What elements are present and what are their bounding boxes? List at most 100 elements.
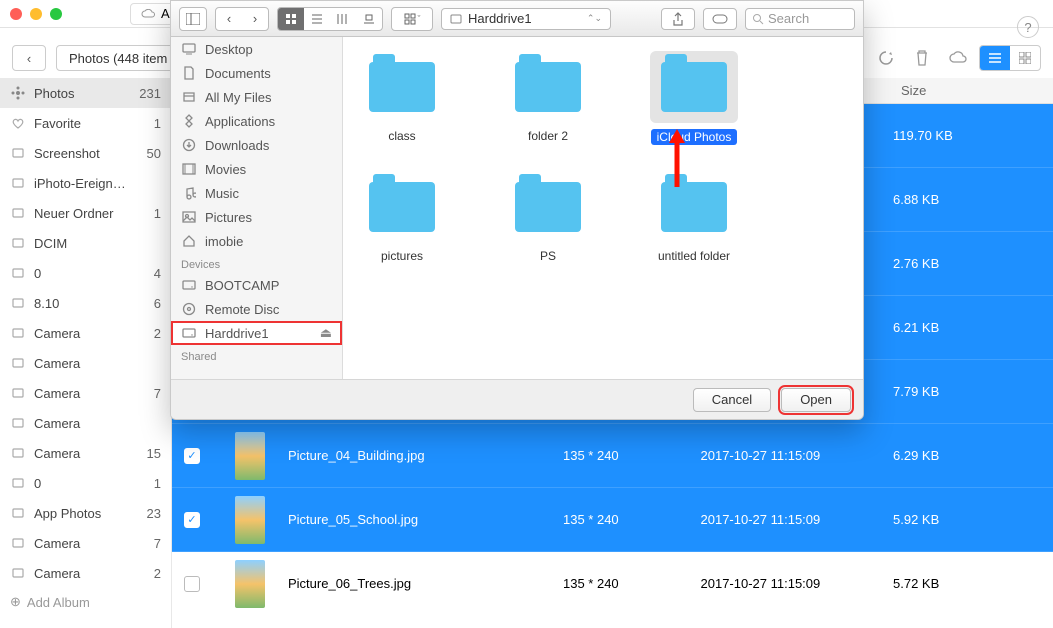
sidebar-item-label: Favorite: [34, 116, 81, 131]
sidebar-item-count: 15: [147, 446, 161, 461]
sidebar-item-camera[interactable]: Camera 7: [0, 528, 171, 558]
coverflow-view-button[interactable]: [356, 8, 382, 30]
column-view-button[interactable]: [330, 8, 356, 30]
nav-forward-button[interactable]: ›: [242, 8, 268, 30]
thumbnail: [212, 560, 288, 608]
device-item-bootcamp[interactable]: BOOTCAMP: [171, 273, 342, 297]
icon-view-button[interactable]: [278, 8, 304, 30]
search-placeholder: Search: [768, 11, 809, 26]
folder-name: folder 2: [528, 129, 568, 143]
view-mode-segment: [979, 45, 1041, 71]
sidebar-item-0[interactable]: 0 1: [0, 468, 171, 498]
close-window-button[interactable]: [10, 8, 22, 20]
folder-icloud-photos[interactable]: iCloud Photos: [645, 51, 743, 145]
arrange-dropdown[interactable]: ˇ: [391, 7, 433, 31]
sidebar-item-count: 7: [154, 386, 161, 401]
sidebar-item-label: DCIM: [34, 236, 67, 251]
album-icon: [10, 386, 26, 400]
sidebar-item-camera[interactable]: Camera 2: [0, 558, 171, 588]
view-list-button[interactable]: [980, 46, 1010, 70]
sidebar-item-camera[interactable]: Camera 15: [0, 438, 171, 468]
folder-class[interactable]: class: [353, 51, 451, 145]
file-size: 6.29 KB: [893, 448, 1053, 463]
sidebar-item-camera[interactable]: Camera: [0, 408, 171, 438]
list-view-button[interactable]: [304, 8, 330, 30]
folder-icon: [358, 51, 446, 123]
help-button[interactable]: ?: [1017, 16, 1039, 38]
back-button[interactable]: ‹: [12, 45, 46, 71]
checkbox[interactable]: ✓: [184, 512, 200, 528]
sidebar-item-count: 4: [154, 266, 161, 281]
thumbnail: [212, 496, 288, 544]
add-album-button[interactable]: ⊕Add Album: [0, 588, 171, 616]
album-icon: [10, 416, 26, 430]
sidebar-item-screenshot[interactable]: Screenshot 50: [0, 138, 171, 168]
eject-icon[interactable]: ⏏: [320, 325, 332, 341]
cancel-button[interactable]: Cancel: [693, 388, 771, 412]
folder-ps[interactable]: PS: [499, 171, 597, 263]
checkbox[interactable]: [184, 576, 200, 592]
folder-grid[interactable]: class folder 2 iCloud Photos pictures PS unti…: [343, 37, 863, 379]
sidebar-toggle[interactable]: [179, 7, 207, 31]
flower-icon: [10, 86, 26, 100]
sidebar-item-iphoto-ereign-[interactable]: iPhoto-Ereign…: [0, 168, 171, 198]
breadcrumb[interactable]: Photos (448 item: [56, 45, 180, 71]
disk-icon: [181, 326, 197, 340]
checkbox[interactable]: ✓: [184, 448, 200, 464]
view-grid-button[interactable]: [1010, 46, 1040, 70]
favorites-item-pictures[interactable]: Pictures: [171, 205, 342, 229]
sidebar-item-photos[interactable]: Photos 231: [0, 78, 171, 108]
favorites-item-desktop[interactable]: Desktop: [171, 37, 342, 61]
folder-icon: [504, 171, 592, 243]
favorites-item-applications[interactable]: Applications: [171, 109, 342, 133]
sidebar-item-label: 0: [34, 266, 41, 281]
favorites-item-documents[interactable]: Documents: [171, 61, 342, 85]
window-controls: [10, 8, 62, 20]
sidebar-item-camera[interactable]: Camera 2: [0, 318, 171, 348]
sidebar-item-count: 2: [154, 326, 161, 341]
open-button[interactable]: Open: [781, 388, 851, 412]
trash-icon[interactable]: [911, 47, 933, 69]
favorites-item-downloads[interactable]: Downloads: [171, 133, 342, 157]
device-item-harddrive1[interactable]: Harddrive1⏏: [171, 321, 342, 345]
sidebar-item-app-photos[interactable]: App Photos 23: [0, 498, 171, 528]
refresh-icon[interactable]: [875, 47, 897, 69]
file-size: 5.72 KB: [893, 576, 1053, 591]
tags-button[interactable]: [703, 8, 737, 30]
sidebar-item-label: Movies: [205, 162, 246, 177]
device-item-remote-disc[interactable]: Remote Disc: [171, 297, 342, 321]
path-dropdown[interactable]: Harddrive1 ⌃⌄: [441, 8, 611, 30]
favorites-item-all-my-files[interactable]: All My Files: [171, 85, 342, 109]
cloud-icon[interactable]: [947, 47, 969, 69]
zoom-window-button[interactable]: [50, 8, 62, 20]
folder-name: untitled folder: [658, 249, 730, 263]
minimize-window-button[interactable]: [30, 8, 42, 20]
nav-back-button[interactable]: ‹: [216, 8, 242, 30]
search-field[interactable]: Search: [745, 8, 855, 30]
favorites-item-movies[interactable]: Movies: [171, 157, 342, 181]
sidebar-item-dcim[interactable]: DCIM: [0, 228, 171, 258]
sidebar-item-8-10[interactable]: 8.10 6: [0, 288, 171, 318]
file-row[interactable]: ✓ Picture_04_Building.jpg 135 * 240 2017…: [172, 424, 1053, 488]
favorites-item-music[interactable]: Music: [171, 181, 342, 205]
sidebar-item-camera[interactable]: Camera: [0, 348, 171, 378]
disk-icon: [450, 13, 462, 25]
album-icon: [10, 146, 26, 160]
file-row[interactable]: Picture_06_Trees.jpg 135 * 240 2017-10-2…: [172, 552, 1053, 616]
album-icon: [10, 476, 26, 490]
sidebar-item-camera[interactable]: Camera 7: [0, 378, 171, 408]
favorites-item-imobie[interactable]: imobie: [171, 229, 342, 253]
sidebar-item-neuer-ordner[interactable]: Neuer Ordner 1: [0, 198, 171, 228]
sidebar-item-0[interactable]: 0 4: [0, 258, 171, 288]
folder-pictures[interactable]: pictures: [353, 171, 451, 263]
sidebar-item-favorite[interactable]: Favorite 1: [0, 108, 171, 138]
col-size[interactable]: Size: [893, 83, 1053, 98]
file-date: 2017-10-27 11:15:09: [701, 576, 894, 591]
sidebar-item-count: 50: [147, 146, 161, 161]
file-row[interactable]: ✓ Picture_05_School.jpg 135 * 240 2017-1…: [172, 488, 1053, 552]
folder-folder-2[interactable]: folder 2: [499, 51, 597, 145]
dialog-toolbar: ‹ › ˇ Harddrive1 ⌃⌄ Search: [171, 1, 863, 37]
sidebar-item-label: 8.10: [34, 296, 59, 311]
share-button[interactable]: [661, 8, 695, 30]
folder-untitled-folder[interactable]: untitled folder: [645, 171, 743, 263]
